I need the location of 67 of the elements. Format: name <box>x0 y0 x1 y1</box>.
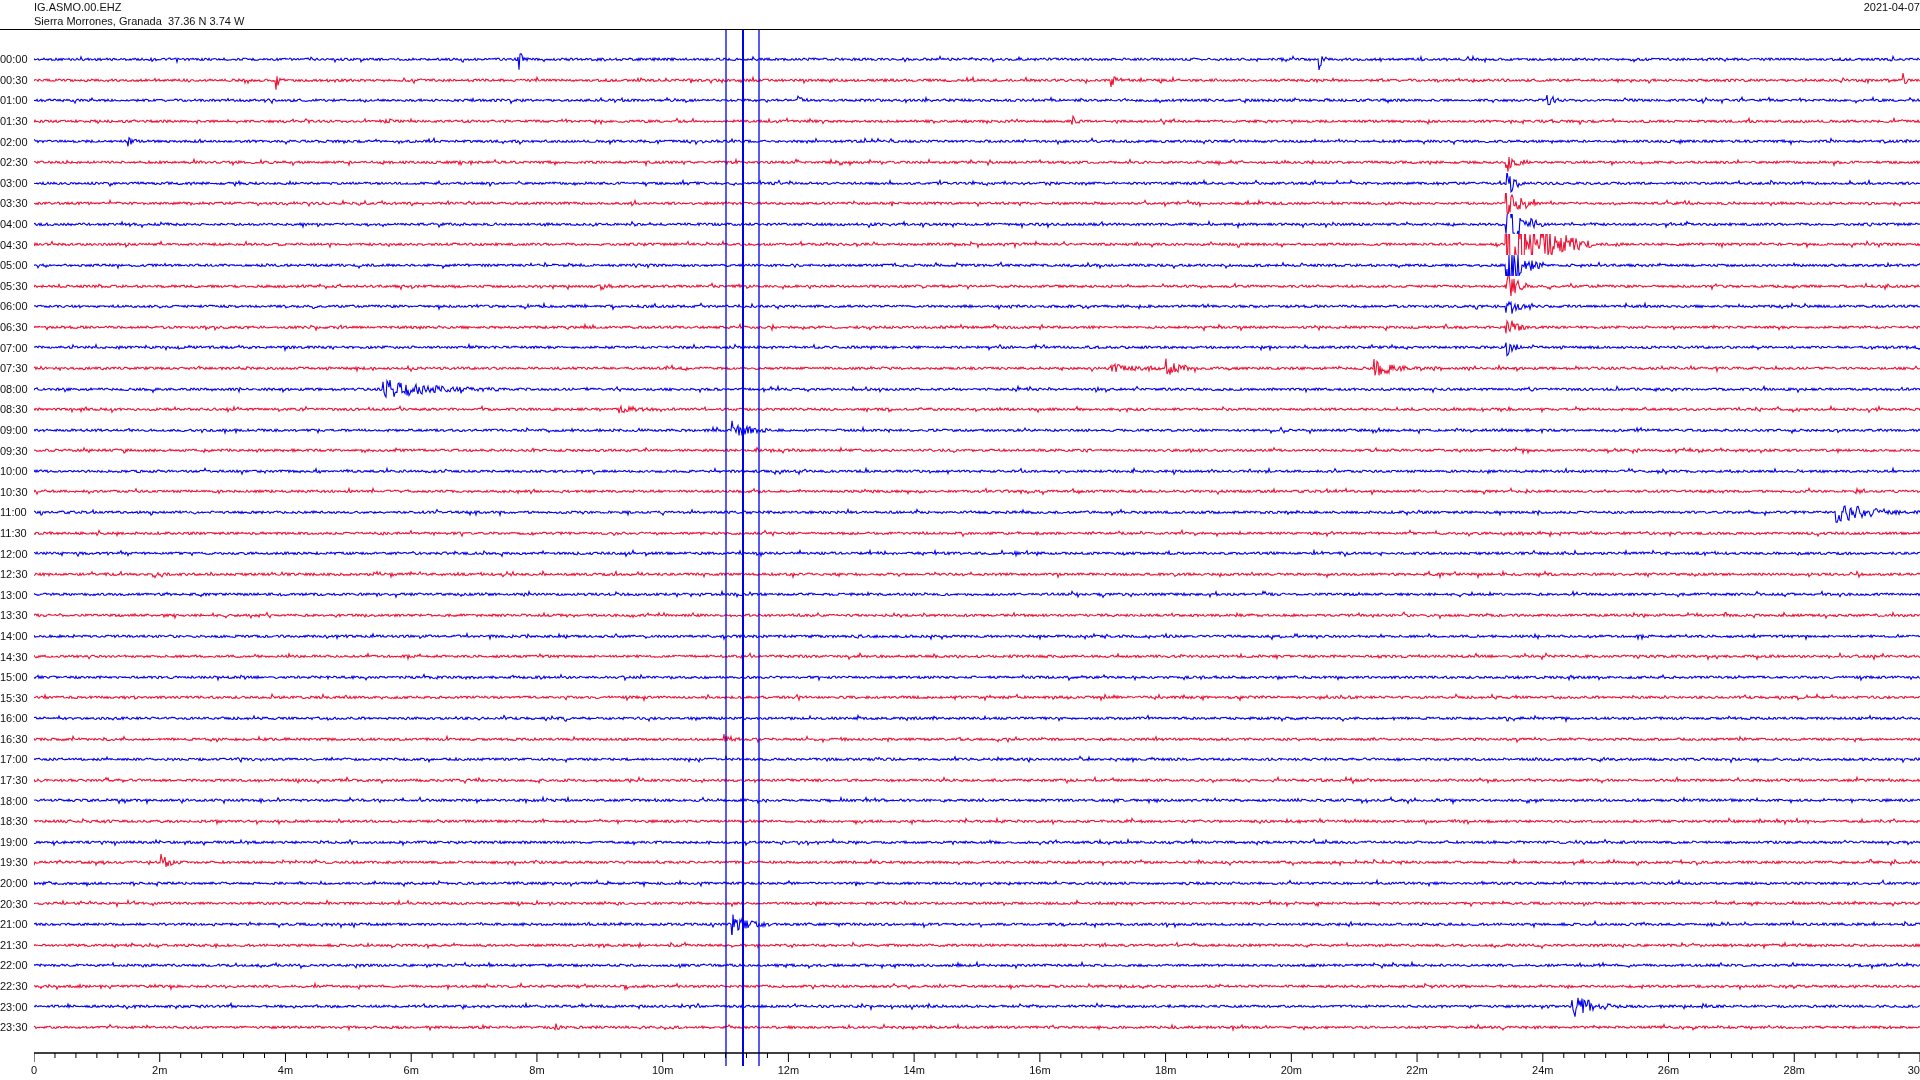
row-time-label: 13:00 <box>0 588 29 601</box>
row-time-label: 22:30 <box>0 980 29 992</box>
row-time-label: 18:30 <box>0 815 29 828</box>
row-time-label: 15:30 <box>0 691 29 704</box>
row-time-label: 05:30 <box>0 279 29 292</box>
row-time-label: 02:30 <box>0 156 29 169</box>
axis-tick-label: 30 <box>1907 1063 1920 1077</box>
axis-tick-label: 2m <box>152 1063 168 1077</box>
row-time-label: 16:00 <box>0 712 29 725</box>
axis-tick-label: 16m <box>1029 1063 1051 1077</box>
row-time-label: 08:00 <box>0 382 29 395</box>
row-time-label: 07:30 <box>0 362 29 375</box>
row-time-label: 00:30 <box>0 73 29 86</box>
row-time-label: 14:30 <box>0 650 29 663</box>
axis-tick-label: 28m <box>1783 1063 1805 1077</box>
row-time-label: 11:00 <box>0 506 28 519</box>
axis-tick-label: 12m <box>777 1063 800 1077</box>
axis-tick-label: 20m <box>1280 1063 1303 1077</box>
row-time-label: 09:00 <box>0 424 29 436</box>
row-time-label: 10:00 <box>0 465 29 478</box>
row-time-label: 05:00 <box>0 259 29 272</box>
row-time-label: 12:00 <box>0 547 29 560</box>
row-time-label: 01:00 <box>0 94 29 107</box>
axis-tick-label: 10m <box>651 1063 674 1077</box>
row-time-label: 00:00 <box>0 53 29 66</box>
row-time-label: 17:30 <box>0 774 29 787</box>
row-time-label: 14:00 <box>0 629 29 642</box>
row-time-label: 01:30 <box>0 115 29 128</box>
row-time-label: 19:00 <box>0 835 29 848</box>
station-location: Sierra Morrones, Granada 37.36 N 3.74 W <box>34 14 245 28</box>
row-time-label: 23:30 <box>0 1021 29 1034</box>
axis-tick-label: 4m <box>277 1063 294 1077</box>
row-time-label: 11:30 <box>0 526 28 539</box>
row-time-label: 02:00 <box>0 135 29 148</box>
axis-tick-label: 24m <box>1532 1063 1554 1077</box>
row-time-label: 20:00 <box>0 877 29 890</box>
row-time-label: 06:00 <box>0 300 29 313</box>
record-date: 2021-04-07 <box>1863 0 1920 15</box>
row-time-label: 08:30 <box>0 403 29 416</box>
axis-tick-label: 14m <box>903 1063 925 1077</box>
row-time-label: 03:30 <box>0 197 29 210</box>
row-time-label: 18:00 <box>0 794 29 807</box>
row-time-label: 07:00 <box>0 341 29 354</box>
row-time-label: 16:30 <box>0 732 29 745</box>
axis-tick-label: 18m <box>1154 1063 1177 1077</box>
row-time-label: 06:30 <box>0 321 29 333</box>
station-code: IG.ASMO.00.EHZ <box>34 0 123 14</box>
axis-tick-label: 6m <box>403 1063 419 1077</box>
row-time-label: 09:30 <box>0 444 29 457</box>
row-time-label: 20:30 <box>0 897 29 910</box>
row-time-label: 21:30 <box>0 938 29 951</box>
row-time-label: 23:00 <box>0 1000 29 1013</box>
axis-tick-label: 26m <box>1657 1063 1680 1077</box>
axis-tick-label: 22m <box>1406 1063 1428 1077</box>
row-time-label: 15:00 <box>0 671 29 684</box>
row-time-label: 10:30 <box>0 485 29 498</box>
axis-tick-label: 8m <box>529 1063 545 1077</box>
row-time-label: 12:30 <box>0 568 29 581</box>
row-time-label: 04:00 <box>0 218 29 231</box>
row-time-label: 13:30 <box>0 609 29 622</box>
row-time-label: 04:30 <box>0 238 29 251</box>
row-time-label: 03:00 <box>0 176 29 189</box>
row-time-label: 19:30 <box>0 856 29 869</box>
row-time-label: 22:00 <box>0 959 29 972</box>
axis-tick-label: 0 <box>30 1063 38 1077</box>
row-time-label: 17:00 <box>0 753 29 766</box>
row-time-label: 21:00 <box>0 918 29 931</box>
